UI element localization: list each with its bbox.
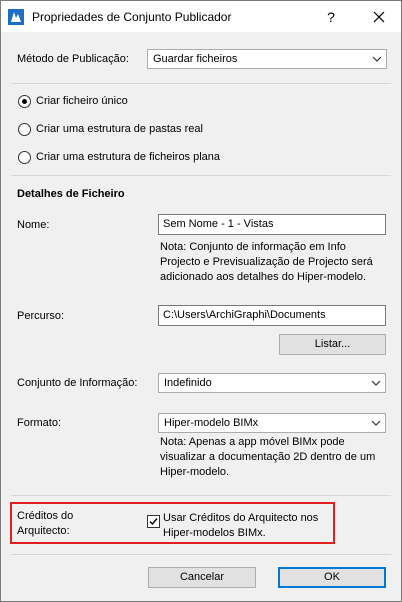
info-set-label: Conjunto de Informação: [17, 377, 138, 389]
name-label: Nome: [17, 219, 50, 231]
use-credits-label-line: Hiper-modelos BIMx. [163, 527, 266, 539]
name-note-line: Nota: Conjunto de informação em Info [160, 241, 346, 253]
credits-label: Créditos do Arquitecto: [17, 509, 73, 539]
checkmark-icon [149, 518, 158, 526]
path-input[interactable]: C:\Users\ArchiGraphi\Documents [158, 305, 386, 326]
radio-real-folder-structure-label[interactable]: Criar uma estrutura de pastas real [36, 123, 203, 135]
format-note-line: visualizar a documentação 2D dentro de u… [160, 451, 376, 463]
name-note-line: Projecto e Previsualização de Projecto s… [160, 256, 373, 268]
credits-label-line: Arquitecto: [17, 525, 70, 537]
credits-label-line: Créditos do [17, 510, 74, 522]
close-icon[interactable] [367, 7, 391, 27]
chevron-down-icon [372, 56, 382, 62]
format-note-line: Hiper-modelo. [160, 466, 230, 478]
use-credits-checkbox[interactable] [147, 515, 160, 528]
name-note: Nota: Conjunto de informação em Info Pro… [160, 240, 373, 285]
title-bar[interactable]: Propriedades de Conjunto Publicador ? [1, 1, 401, 32]
radio-real-folder-structure[interactable] [18, 123, 31, 136]
ok-button[interactable]: OK [278, 567, 386, 588]
publisher-set-properties-dialog: Propriedades de Conjunto Publicador ? Mé… [0, 0, 402, 602]
publish-method-label: Método de Publicação: [17, 53, 129, 65]
cancel-button[interactable]: Cancelar [148, 567, 256, 588]
name-note-line: adicionado aos detalhes do Hiper-modelo. [160, 271, 367, 283]
path-input-value: C:\Users\ArchiGraphi\Documents [163, 309, 326, 321]
radio-selected-dot [22, 99, 27, 104]
publish-method-value: Guardar ficheiros [153, 53, 238, 65]
file-details-heading: Detalhes de Ficheiro [17, 188, 125, 200]
use-credits-label[interactable]: Usar Créditos do Arquitecto nos Hiper-mo… [163, 511, 318, 541]
separator [11, 175, 391, 176]
use-credits-label-line: Usar Créditos do Arquitecto nos [163, 512, 319, 524]
chevron-down-icon [371, 380, 381, 386]
chevron-down-icon [371, 420, 381, 426]
path-label: Percurso: [17, 310, 65, 322]
separator [11, 554, 391, 555]
radio-flat-file-structure-label[interactable]: Criar uma estrutura de ficheiros plana [36, 151, 220, 163]
name-input[interactable]: Sem Nome - 1 - Vistas [158, 214, 386, 235]
name-input-value: Sem Nome - 1 - Vistas [163, 218, 274, 230]
radio-single-file-label[interactable]: Criar ficheiro único [36, 95, 128, 107]
format-note-line: Nota: Apenas a app móvel BIMx pode [160, 436, 345, 448]
radio-single-file[interactable] [18, 95, 31, 108]
browse-button[interactable]: Listar... [279, 334, 386, 355]
window-title: Propriedades de Conjunto Publicador [32, 10, 232, 24]
help-button[interactable]: ? [319, 7, 343, 27]
info-set-dropdown[interactable]: Indefinido [158, 373, 386, 393]
separator [11, 495, 391, 496]
publish-method-dropdown[interactable]: Guardar ficheiros [147, 49, 387, 69]
format-dropdown[interactable]: Hiper-modelo BIMx [158, 413, 386, 433]
archicad-app-icon [8, 9, 24, 25]
format-note: Nota: Apenas a app móvel BIMx pode visua… [160, 435, 375, 480]
info-set-value: Indefinido [164, 377, 212, 389]
radio-flat-file-structure[interactable] [18, 151, 31, 164]
format-label: Formato: [17, 417, 62, 429]
dialog-body: Método de Publicação: Guardar ficheiros … [1, 32, 401, 601]
separator [11, 83, 391, 84]
format-value: Hiper-modelo BIMx [164, 417, 259, 429]
